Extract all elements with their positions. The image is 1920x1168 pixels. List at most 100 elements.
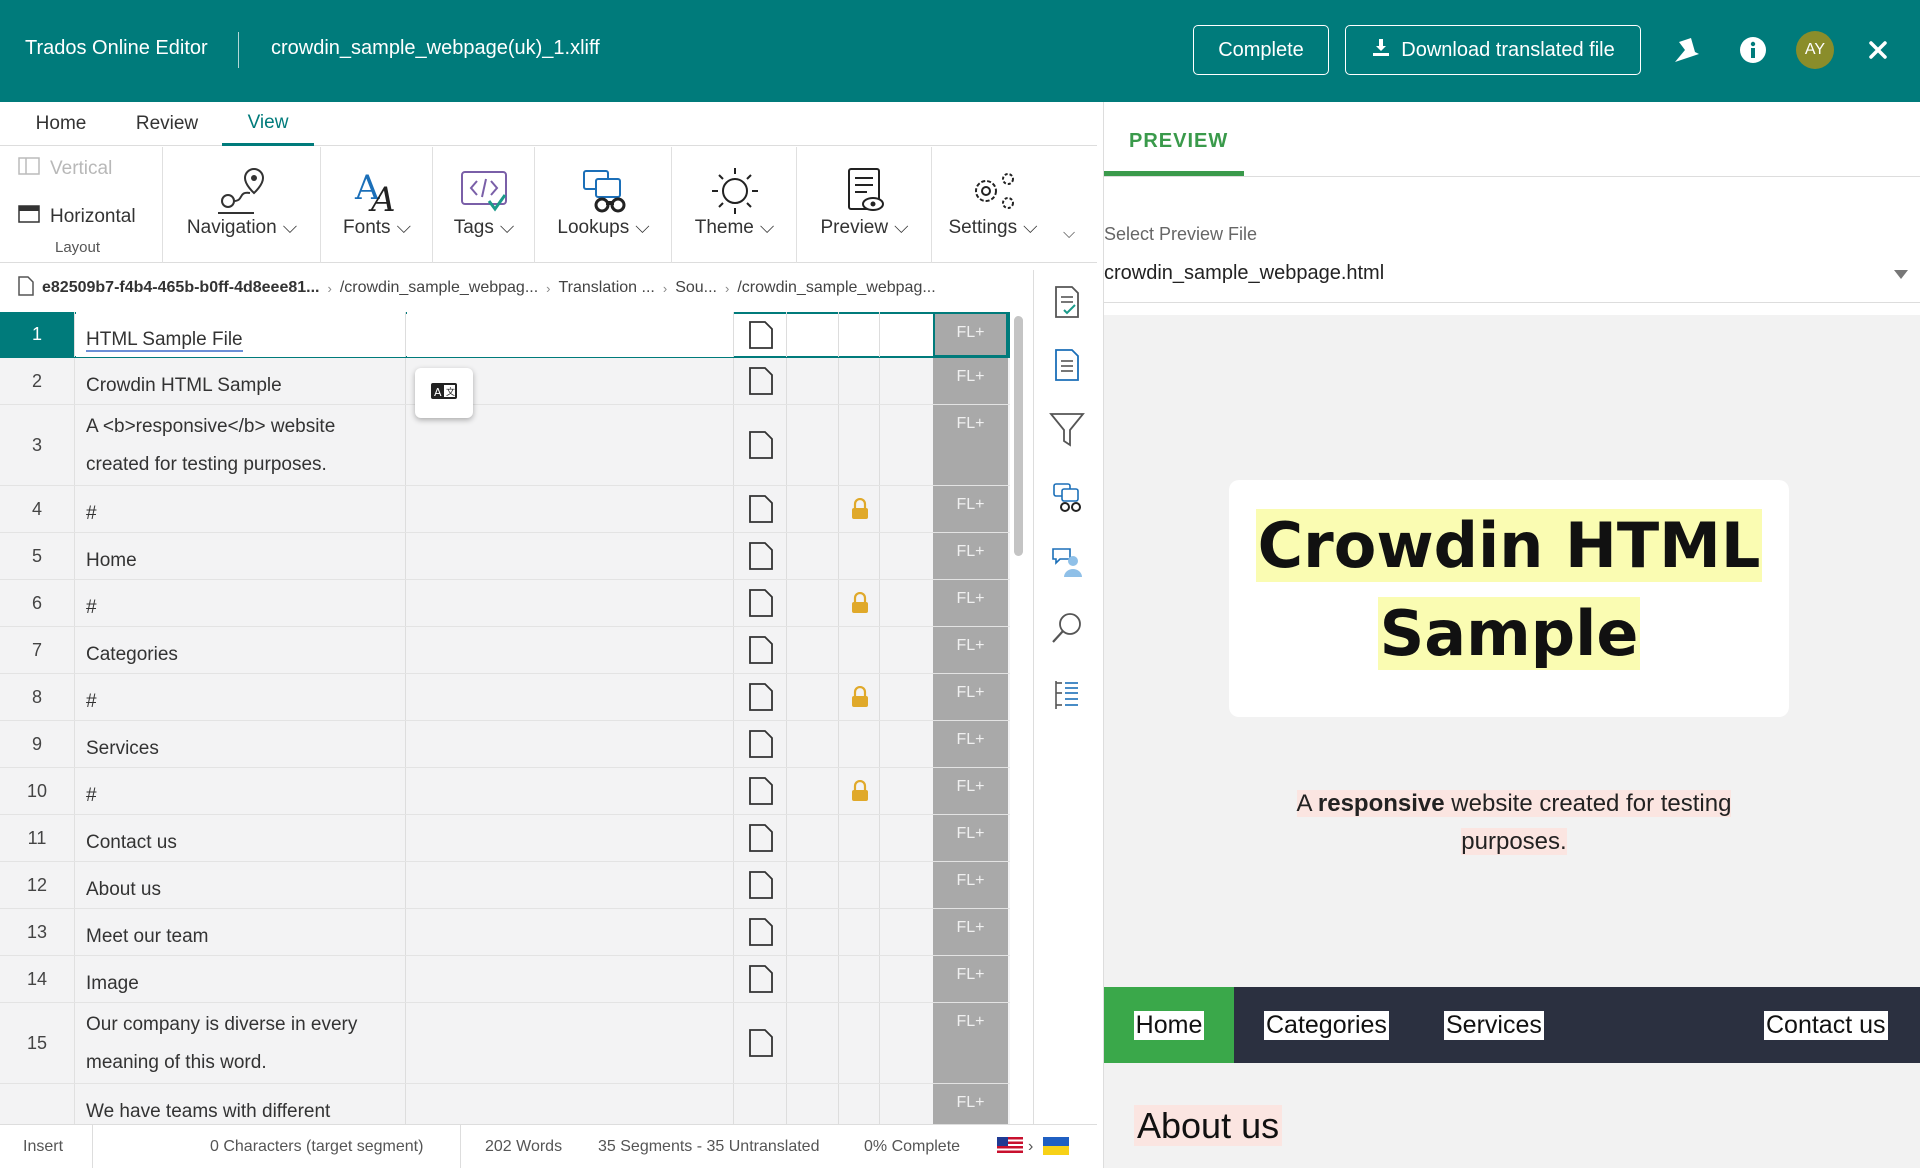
preview-heading-line2[interactable]: Sample: [1377, 597, 1641, 670]
close-icon[interactable]: [1858, 30, 1898, 70]
preview-nav-services[interactable]: Services: [1444, 987, 1544, 1063]
ribbon-settings-button[interactable]: Settings ⌵: [933, 147, 1053, 263]
target-cell[interactable]: [407, 909, 734, 955]
segment-number: 14: [0, 956, 75, 1002]
ribbon-theme-button[interactable]: Theme ⌵: [673, 147, 797, 263]
source-text: Contact us: [86, 832, 177, 853]
preview-heading-card: Crowdin HTML Sample: [1229, 480, 1789, 717]
ribbon-navigation-button[interactable]: Navigation ⌵: [164, 147, 321, 263]
target-cell[interactable]: [407, 486, 734, 532]
preview-icon: [843, 165, 887, 217]
table-row[interactable]: 3 A <b>responsive</b> website created fo…: [0, 405, 1010, 486]
target-cell[interactable]: [407, 627, 734, 673]
ribbon-tags-button[interactable]: Tags ⌵: [434, 147, 535, 263]
download-translated-file-button[interactable]: Download translated file: [1345, 25, 1641, 75]
table-row[interactable]: 15 Our company is diverse in every meani…: [0, 1003, 1010, 1084]
ribbon-fonts-button[interactable]: AA Fonts ⌵: [322, 147, 433, 263]
layout-vertical-label: Vertical: [50, 158, 113, 179]
pin-icon[interactable]: [1667, 30, 1707, 70]
table-row[interactable]: 5 Home FL+: [0, 533, 1010, 580]
target-cell[interactable]: [407, 1084, 734, 1124]
layout-vertical-option[interactable]: Vertical: [18, 157, 112, 181]
document-icon: [735, 768, 787, 814]
target-cell[interactable]: [407, 580, 734, 626]
breadcrumb-item[interactable]: Sou...: [675, 279, 717, 297]
tab-home[interactable]: Home: [20, 102, 102, 146]
target-cell[interactable]: [407, 312, 734, 357]
breadcrumb-item[interactable]: /crowdin_sample_webpag...: [737, 279, 935, 297]
preview-heading-line1[interactable]: Crowdin HTML: [1255, 509, 1763, 582]
document-icon: [735, 580, 787, 626]
target-cell[interactable]: [407, 533, 734, 579]
source-cell: Meet our team: [76, 909, 406, 955]
document-check-icon[interactable]: [1049, 282, 1085, 322]
table-row[interactable]: 11 Contact us FL+: [0, 815, 1010, 862]
table-row[interactable]: 7 Categories FL+: [0, 627, 1010, 674]
preview-pane: PREVIEW Select Preview File crowdin_samp…: [1103, 102, 1920, 1168]
tags-icon: [459, 165, 509, 217]
segment-number: 3: [0, 405, 75, 485]
complete-button[interactable]: Complete: [1193, 25, 1329, 75]
search-icon[interactable]: [1049, 608, 1085, 648]
preview-nav-home[interactable]: Home: [1104, 987, 1234, 1063]
tab-preview[interactable]: PREVIEW: [1129, 130, 1228, 153]
preview-nav-categories[interactable]: Categories: [1264, 987, 1389, 1063]
target-cell[interactable]: [407, 1003, 734, 1083]
table-row[interactable]: 6 # FL+: [0, 580, 1010, 627]
dropdown-caret-icon[interactable]: [1894, 266, 1908, 284]
target-cell[interactable]: [407, 721, 734, 767]
document-icon: [735, 312, 787, 357]
layout-horizontal-option[interactable]: Horizontal: [18, 205, 136, 229]
comments-user-icon[interactable]: [1049, 542, 1085, 582]
target-cell[interactable]: [407, 768, 734, 814]
table-row[interactable]: 1 HTML Sample File FL+: [0, 312, 1010, 358]
target-cell[interactable]: [407, 956, 734, 1002]
svg-text:A: A: [434, 386, 442, 399]
table-row[interactable]: We have teams with different FL+: [0, 1084, 1010, 1124]
navigation-icon: [214, 165, 270, 217]
tag-insert-popup[interactable]: A文: [415, 368, 473, 418]
tab-review[interactable]: Review: [120, 102, 214, 146]
outline-tree-icon[interactable]: [1049, 675, 1085, 715]
info-icon[interactable]: [1733, 30, 1773, 70]
source-text: Home: [86, 550, 137, 571]
filter-icon[interactable]: [1049, 410, 1085, 450]
target-cell[interactable]: [407, 862, 734, 908]
source-cell: Contact us: [76, 815, 406, 861]
source-text: Services: [86, 738, 159, 759]
preview-about-heading[interactable]: About us: [1134, 1105, 1283, 1147]
chevron-down-icon: ⌵: [759, 217, 775, 238]
ribbon-lookups-button[interactable]: Lookups ⌵: [536, 147, 672, 263]
ribbon-preview-button[interactable]: Preview ⌵: [798, 147, 932, 263]
table-row[interactable]: 13 Meet our team FL+: [0, 909, 1010, 956]
table-row[interactable]: 12 About us FL+: [0, 862, 1010, 909]
table-row[interactable]: 8 # FL+: [0, 674, 1010, 721]
grid-scrollbar[interactable]: [1014, 316, 1023, 556]
preview-file-select[interactable]: crowdin_sample_webpage.html: [1104, 262, 1384, 285]
breadcrumb-item[interactable]: Translation ...: [559, 279, 655, 297]
ribbon-expand-chevron-icon[interactable]: ⌵: [1063, 225, 1075, 243]
insert-mode[interactable]: Insert: [23, 1138, 63, 1156]
table-row[interactable]: 2 Crowdin HTML Sample FL+: [0, 358, 1010, 405]
table-row[interactable]: 9 Services FL+: [0, 721, 1010, 768]
table-row[interactable]: 14 Image FL+: [0, 956, 1010, 1003]
lookups-side-icon[interactable]: [1049, 477, 1085, 517]
document-icon: [735, 533, 787, 579]
preview-nav-contact[interactable]: Contact us: [1764, 987, 1888, 1063]
tab-view[interactable]: View: [222, 102, 314, 146]
table-row[interactable]: 10 # FL+: [0, 768, 1010, 815]
character-count: 0 Characters (target segment): [210, 1138, 424, 1155]
segment-number: 8: [0, 674, 75, 720]
status-badge: FL+: [933, 815, 1008, 861]
document-lines-icon[interactable]: [1049, 345, 1085, 385]
breadcrumb-item[interactable]: e82509b7-f4b4-465b-b0ff-4d8eee81...: [42, 279, 319, 297]
preview-canvas: Crowdin HTML Sample A responsive website…: [1104, 315, 1920, 1168]
layout-caption: Layout: [55, 239, 101, 256]
document-icon: [735, 956, 787, 1002]
preview-description[interactable]: A responsive website created for testing…: [1234, 785, 1794, 861]
target-cell[interactable]: [407, 674, 734, 720]
breadcrumb-item[interactable]: /crowdin_sample_webpag...: [340, 279, 538, 297]
table-row[interactable]: 4 # FL+: [0, 486, 1010, 533]
user-avatar[interactable]: AY: [1796, 31, 1834, 69]
target-cell[interactable]: [407, 815, 734, 861]
